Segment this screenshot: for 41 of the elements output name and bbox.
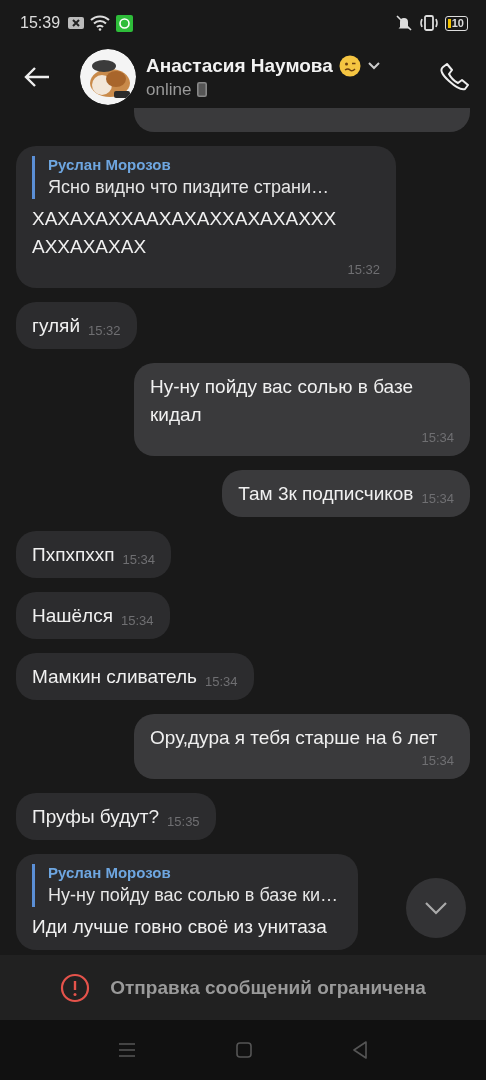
message-text: Пхпхпххп	[32, 543, 115, 567]
message-text: гуляй	[32, 314, 80, 338]
back-arrow-icon[interactable]	[24, 66, 50, 88]
wifi-icon	[90, 15, 111, 31]
vibrate-icon	[418, 15, 439, 31]
warning-icon	[60, 972, 91, 1003]
reply-author: Руслан Морозов	[48, 864, 172, 881]
message-text: Ору,дура я тебя старше на 6 лет	[150, 726, 438, 750]
message-time: 15:34	[121, 612, 154, 630]
reply-quote[interactable]: Руслан Морозов Ну-ну пойду вас солью в базе ки…	[32, 864, 343, 907]
chevron-down-icon[interactable]	[366, 61, 381, 70]
message-text: ХАХАХАХХААХАХАХХАХАХАХХХ АХХАХАХАХ	[32, 207, 338, 259]
reply-quote[interactable]: Руслан Морозов Ясно видно что пиздите страни…	[32, 156, 380, 199]
phone-device-icon	[197, 82, 208, 97]
mute-icon	[394, 15, 413, 31]
message-text: Нашёлся	[32, 604, 113, 628]
chevron-down-icon	[424, 901, 448, 915]
message-time: 15:34	[122, 551, 156, 569]
reply-text: Ясно видно что пиздите страни…	[48, 176, 330, 199]
message-time: 15:32	[88, 322, 121, 340]
message-time: 15:32	[347, 261, 380, 279]
back-icon[interactable]	[352, 1041, 368, 1059]
message-text: Пруфы будут?	[32, 805, 160, 829]
battery-level: 10	[444, 15, 468, 31]
online-status: online	[146, 79, 192, 100]
reply-author: Руслан Морозов	[48, 156, 172, 173]
message-time: 15:35	[167, 813, 200, 831]
reply-text: Ну-ну пойду вас солью в базе ки…	[48, 884, 340, 907]
notification-icon	[68, 17, 85, 29]
status-time: 15:39	[20, 14, 61, 32]
contact-name[interactable]: Анастасия Наумова	[146, 54, 333, 77]
message-text: Ну-ну пойду вас солью в базе кидал	[150, 375, 414, 427]
woozy-emoji-icon	[338, 54, 361, 77]
message-text: Мамкин сливатель	[32, 665, 197, 689]
app-icon	[116, 14, 134, 32]
message-text: Иди лучше говно своё из унитаза	[32, 915, 327, 939]
home-icon[interactable]	[236, 1042, 252, 1058]
phone-call-icon[interactable]	[440, 62, 470, 92]
message-text: Там 3к подписчиков	[238, 482, 414, 506]
message-time: 15:34	[205, 673, 238, 691]
restriction-text: Отправка сообщений ограничена	[110, 976, 426, 999]
